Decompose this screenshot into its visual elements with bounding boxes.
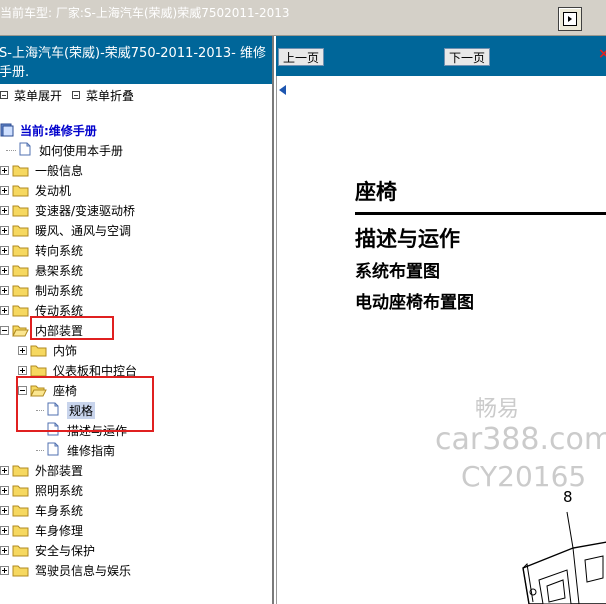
document-subheading-1: 系统布置图 <box>355 262 440 282</box>
folder-icon <box>12 504 29 517</box>
tree-item-exterior[interactable]: 外部装置 <box>0 460 83 480</box>
tree-item-engine[interactable]: 发动机 <box>0 180 71 200</box>
open-folder-icon <box>12 324 29 337</box>
page-nav-bar: 上一页 下一页 × <box>276 36 606 95</box>
expand-toggle-icon[interactable] <box>18 365 27 375</box>
document-view: 座椅 描述与运作 系统布置图 电动座椅布置图 畅易 car388.com CY2… <box>276 76 606 604</box>
prev-page-button[interactable]: 上一页 <box>278 48 325 95</box>
folder-icon <box>12 164 29 177</box>
document-heading: 描述与运作 <box>355 227 460 251</box>
seat-diagram <box>522 511 606 604</box>
figure-callout-number: 8 <box>563 488 573 506</box>
folder-icon <box>12 524 29 537</box>
panel-icon <box>563 12 577 26</box>
tree-root[interactable]: 当前:维修手册 <box>0 120 97 140</box>
tree-current-label: 当前:维修手册 <box>20 123 97 138</box>
folder-icon <box>12 484 29 497</box>
expand-toggle-icon[interactable] <box>0 285 9 295</box>
manual-title-line1: S-上海汽车(荣威)-荣威750-2011-2013- 维修 <box>0 46 266 61</box>
root-icon <box>0 122 14 138</box>
manual-header: S-上海汽车(荣威)-荣威750-2011-2013- 维修 手册. <box>0 36 272 84</box>
tree-item-body-system[interactable]: 车身系统 <box>0 500 83 520</box>
folder-icon <box>30 364 47 377</box>
tree-item-body-repair[interactable]: 车身修理 <box>0 520 83 540</box>
expand-toggle-icon[interactable] <box>0 185 9 195</box>
right-panel: 上一页 下一页 × 座椅 描述与运作 系统布置图 电动座椅布置图 畅易 car3… <box>276 36 606 604</box>
title-divider <box>355 212 606 215</box>
menu-expand-label: 菜单展开 <box>14 88 63 103</box>
tree-item-brakes[interactable]: 制动系统 <box>0 280 83 300</box>
document-icon <box>19 142 33 158</box>
expand-toggle-icon[interactable] <box>0 245 9 255</box>
expand-icon <box>0 91 8 99</box>
tree-item-how-to-use[interactable]: 如何使用本手册 <box>6 140 123 160</box>
tree-item-suspension[interactable]: 悬架系统 <box>0 260 83 280</box>
next-page-button[interactable]: 下一页 <box>444 48 491 66</box>
watermark-logo-text: 畅易 <box>475 397 520 422</box>
menu-collapse-label: 菜单折叠 <box>86 88 135 103</box>
tree-item-driver-info[interactable]: 驾驶员信息与娱乐 <box>0 560 131 580</box>
folder-icon <box>12 204 29 217</box>
tree-item-general-info[interactable]: 一般信息 <box>0 160 83 180</box>
tree-item-lighting[interactable]: 照明系统 <box>0 480 83 500</box>
document-title: 座椅 <box>355 180 397 204</box>
expand-toggle-icon[interactable] <box>0 505 9 515</box>
expand-toggle-icon[interactable] <box>0 165 9 175</box>
expand-toggle-icon[interactable] <box>0 205 9 215</box>
tree-item-trim[interactable]: 内饰 <box>18 340 77 360</box>
watermark-site: car388.com <box>435 422 606 457</box>
folder-icon <box>12 304 29 317</box>
expand-toggle-icon[interactable] <box>0 545 9 555</box>
expand-toggle-icon[interactable] <box>0 305 9 315</box>
top-bar: 当前车型: 厂家:S-上海汽车(荣威)荣威7502011-2013 <box>0 0 606 36</box>
tree-item-hvac[interactable]: 暖风、通风与空调 <box>0 220 131 240</box>
tree-item-repair-guide[interactable]: 维修指南 <box>36 440 115 460</box>
folder-icon <box>12 544 29 557</box>
folder-icon <box>12 184 29 197</box>
folder-icon <box>12 264 29 277</box>
expand-toggle-icon[interactable] <box>0 265 9 275</box>
expand-toggle-icon[interactable] <box>18 345 27 355</box>
close-icon[interactable]: × <box>598 46 606 62</box>
document-icon <box>47 442 61 458</box>
current-vehicle-label: 当前车型: 厂家:S-上海汽车(荣威)荣威7502011-2013 <box>0 6 290 20</box>
expand-toggle-icon[interactable] <box>0 485 9 495</box>
highlight-box-interior <box>30 316 114 340</box>
manual-title-line2: 手册. <box>0 65 30 80</box>
folder-icon <box>12 284 29 297</box>
menu-collapse-button[interactable]: 菜单折叠 <box>72 87 134 104</box>
expand-toggle-icon[interactable] <box>0 465 9 475</box>
expand-toggle-icon[interactable] <box>0 565 9 575</box>
folder-icon <box>12 564 29 577</box>
menu-expand-button[interactable]: 菜单展开 <box>0 87 62 104</box>
folder-icon <box>12 464 29 477</box>
toggle-panel-button[interactable] <box>558 7 582 31</box>
tree-item-safety[interactable]: 安全与保护 <box>0 540 95 560</box>
folder-icon <box>12 224 29 237</box>
highlight-box-seats <box>16 376 154 432</box>
collapse-icon <box>72 91 81 99</box>
folder-icon <box>12 244 29 257</box>
menu-controls: 菜单展开 菜单折叠 <box>0 84 272 106</box>
expand-toggle-icon[interactable] <box>0 525 9 535</box>
tree-item-steering[interactable]: 转向系统 <box>0 240 83 260</box>
expand-toggle-icon[interactable] <box>0 225 9 235</box>
document-subheading-2: 电动座椅布置图 <box>355 293 474 313</box>
left-panel: S-上海汽车(荣威)-荣威750-2011-2013- 维修 手册. 菜单展开 … <box>0 36 274 604</box>
tree-item-transmission[interactable]: 变速器/变速驱动桥 <box>0 200 135 220</box>
folder-icon <box>30 344 47 357</box>
collapse-toggle-icon[interactable] <box>0 325 9 335</box>
